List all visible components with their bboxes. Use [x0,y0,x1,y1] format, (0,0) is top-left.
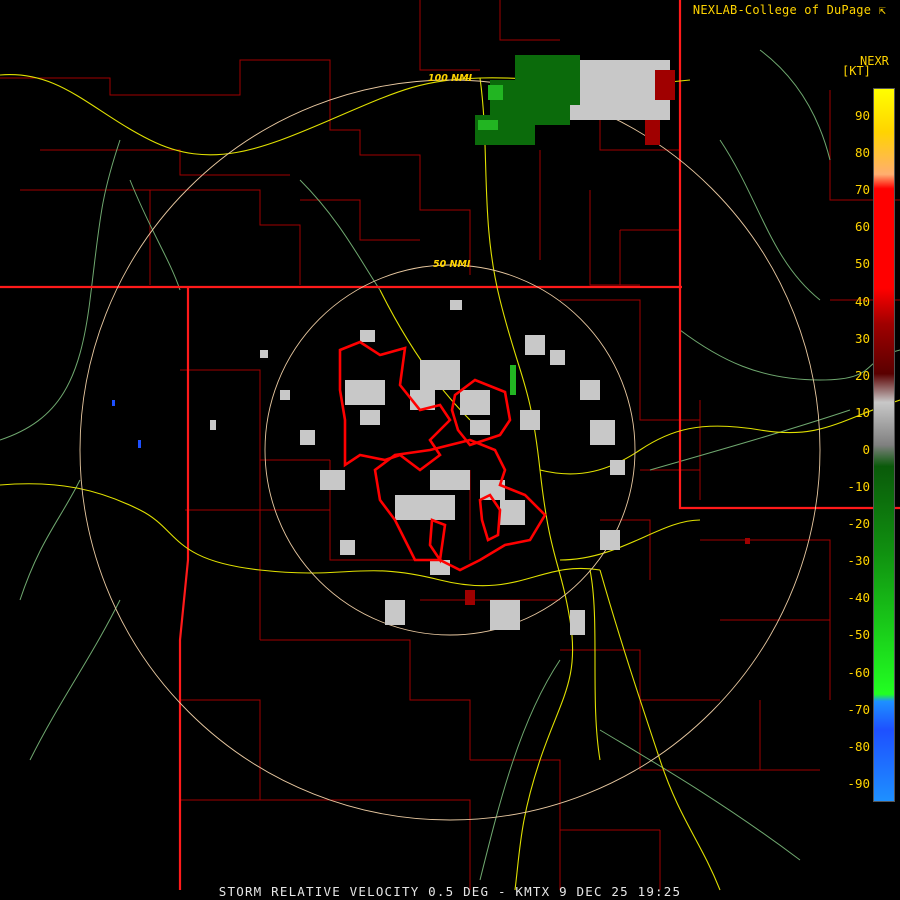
colorbar-tick-label: 60 [854,219,870,235]
colorbar-tick-label: 80 [854,145,870,161]
range-rings [79,79,821,821]
colorbar-tick-label: -20 [847,516,870,532]
colorbar-tick-label: -70 [847,701,870,717]
colorbar-tick-label: 10 [854,404,870,420]
external-link-icon: ⇱ [878,3,886,17]
colorbar-tick-label: 40 [854,293,870,309]
colorbar-tick-label: -10 [847,479,870,494]
range-ring-label-50: 50 NMI [433,259,471,270]
colorbar-tick-label: -40 [847,590,870,606]
colorbar-tick-label: 0 [862,441,870,457]
colorbar-tick-label: 70 [854,182,870,198]
colorbar-tick-label: -80 [847,738,870,754]
colorbar-tick-label: -30 [847,553,870,569]
product-footer: STORM RELATIVE VELOCITY 0.5 DEG - KMTX 9… [218,884,682,899]
colorbar-tick-label: -60 [847,664,870,680]
colorbar-tick-label: 90 [854,108,870,123]
colorbar-tick-label: -90 [847,775,870,791]
radar-map [0,0,900,891]
colorbar-tick-label: 30 [854,330,870,346]
colorbar-tick-label: -50 [847,627,870,643]
colorbar-tick-label: 20 [854,367,870,383]
velocity-colorbar [873,88,895,802]
colorbar-tick-label: 50 [854,256,870,272]
velocity-echoes-near-zero [210,60,670,635]
rivers [0,49,900,881]
colorbar-ticks: 90 80 70 60 50 40 30 20 10 0 -10 -20 -30 -40 -50 -60 -70… [834,0,870,900]
range-ring-label-100: 100 NMI [428,73,473,84]
